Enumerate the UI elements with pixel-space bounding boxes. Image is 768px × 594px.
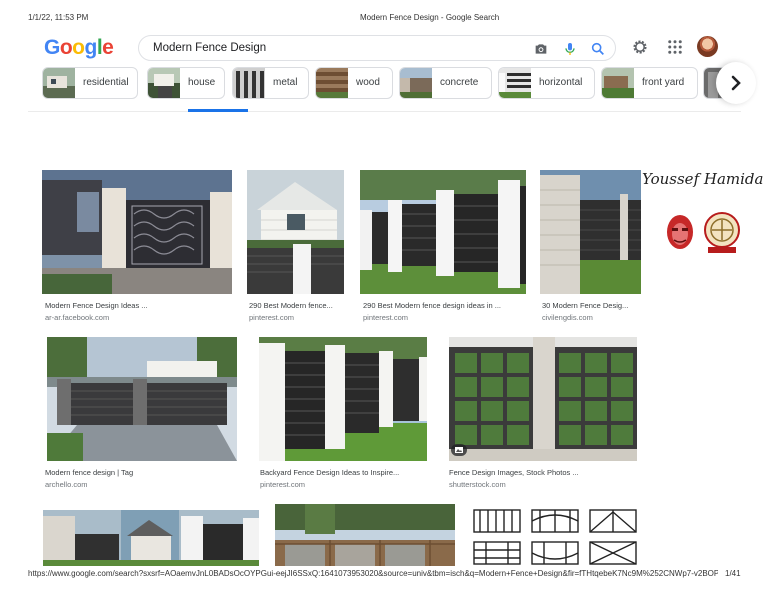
apps-grid-icon[interactable] (666, 38, 684, 56)
chip-thumbnail (400, 68, 432, 98)
chip-residential[interactable]: residential (42, 67, 138, 99)
chip-thumbnail (148, 68, 180, 98)
chip-thumbnail (499, 68, 531, 98)
chip-thumbnail (602, 68, 634, 98)
gallery-icon (455, 447, 463, 453)
result-source[interactable]: pinterest.com (260, 480, 305, 489)
result-caption[interactable]: 290 Best Modern fence design ideas in ..… (363, 301, 525, 310)
chip-concrete[interactable]: concrete (399, 67, 492, 99)
print-page-title: Modern Fence Design - Google Search (360, 13, 500, 22)
print-page-number: 1/41 (725, 569, 741, 578)
print-url: https://www.google.com/search?sxsrf=AOae… (28, 569, 718, 578)
avatar[interactable] (697, 36, 718, 57)
chip-thumbnail (43, 68, 75, 98)
result-caption[interactable]: Backyard Fence Design Ideas to Inspire..… (260, 468, 428, 477)
chip-thumbnail (316, 68, 348, 98)
search-icon[interactable] (590, 41, 606, 57)
chips-divider (28, 111, 741, 112)
chip-horizontal[interactable]: horizontal (498, 67, 595, 99)
result-source[interactable]: civilengdis.com (542, 313, 593, 322)
result-source[interactable]: shutterstock.com (449, 480, 506, 489)
logo-letter: o (72, 36, 85, 59)
chevron-right-icon (731, 75, 741, 91)
chip-house[interactable]: house (147, 67, 225, 99)
watermark-portrait-logo (662, 210, 698, 254)
logo-letter: o (59, 36, 73, 59)
result-thumbnail[interactable] (42, 170, 232, 294)
chip-label: concrete (440, 77, 479, 88)
logo-letter: G (44, 36, 60, 59)
result-thumbnail[interactable] (43, 510, 259, 566)
logo-letter: g (84, 36, 98, 59)
result-caption[interactable]: Modern fence design | Tag (45, 468, 235, 477)
camera-icon[interactable] (533, 41, 549, 57)
logo-letter: e (102, 36, 114, 59)
google-logo[interactable]: Google (44, 36, 114, 60)
search-input[interactable]: Modern Fence Design (153, 42, 266, 54)
result-thumbnail[interactable] (47, 337, 237, 461)
result-thumbnail[interactable] (470, 504, 640, 566)
chip-label: house (188, 77, 216, 88)
print-datetime: 1/1/22, 11:53 PM (28, 13, 89, 22)
chip-label: front yard (642, 77, 685, 88)
watermark-seal-logo (702, 210, 742, 254)
chip-wood[interactable]: wood (315, 67, 393, 99)
chip-label: metal (273, 77, 298, 88)
chip-metal[interactable]: metal (232, 67, 309, 99)
result-source[interactable]: archello.com (45, 480, 88, 489)
image-badge (451, 444, 467, 456)
watermark-signature: Youssef Hamida (642, 170, 764, 188)
chip-thumbnail (233, 68, 265, 98)
result-source[interactable]: ar-ar.facebook.com (45, 313, 109, 322)
result-caption[interactable]: Modern Fence Design Ideas ... (45, 301, 230, 310)
result-caption[interactable]: Fence Design Images, Stock Photos ... (449, 468, 637, 477)
result-thumbnail[interactable] (247, 170, 344, 294)
result-thumbnail[interactable] (449, 337, 637, 461)
result-source[interactable]: pinterest.com (363, 313, 408, 322)
result-thumbnail[interactable] (540, 170, 641, 294)
result-caption[interactable]: 30 Modern Fence Desig... (542, 301, 642, 310)
result-thumbnail[interactable] (259, 337, 427, 461)
selected-chip-indicator (188, 109, 248, 112)
chip-label: horizontal (539, 77, 583, 88)
result-thumbnail[interactable] (360, 170, 526, 294)
chip-scroll-next-button[interactable] (716, 62, 756, 104)
chip-label: wood (356, 77, 380, 88)
search-bar[interactable]: Modern Fence Design (138, 35, 616, 61)
microphone-icon[interactable] (562, 41, 578, 57)
gear-icon[interactable] (631, 38, 649, 56)
chip-label: residential (83, 77, 129, 88)
result-source[interactable]: pinterest.com (249, 313, 294, 322)
chip-front-yard[interactable]: front yard (601, 67, 698, 99)
result-caption[interactable]: 290 Best Modern fence... (249, 301, 347, 310)
result-thumbnail[interactable] (275, 504, 455, 566)
